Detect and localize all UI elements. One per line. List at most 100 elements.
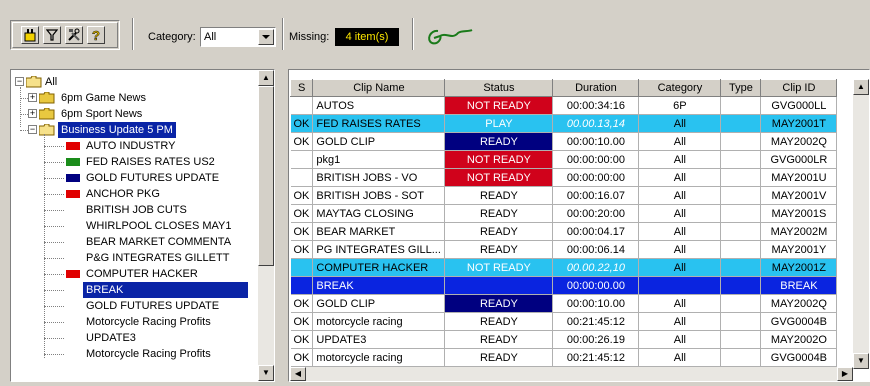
tools-icon[interactable] bbox=[65, 26, 83, 44]
chevron-down-icon[interactable] bbox=[258, 29, 274, 45]
new-icon[interactable] bbox=[21, 26, 39, 44]
scroll-thumb[interactable] bbox=[258, 86, 274, 266]
cell-type bbox=[720, 150, 762, 169]
column-header[interactable]: Clip ID bbox=[760, 79, 838, 97]
table-row[interactable]: OK PG INTEGRATES GILL... READY 00:00:06.14 A… bbox=[290, 240, 838, 259]
folder-icon bbox=[38, 107, 55, 120]
scroll-down-icon[interactable]: ▼ bbox=[853, 353, 869, 369]
cell-type bbox=[720, 132, 762, 151]
cell-s: OK bbox=[290, 186, 314, 205]
cell-name: BRITISH JOBS - VO bbox=[312, 168, 446, 187]
cell-name: BEAR MARKET bbox=[312, 222, 446, 241]
cell-name: GOLD CLIP bbox=[312, 294, 446, 313]
cell-duration: 00:00:26.19 bbox=[552, 330, 640, 349]
svg-text:?: ? bbox=[92, 28, 100, 42]
cell-id: MAY2001T bbox=[760, 114, 838, 133]
cell-type bbox=[720, 114, 762, 133]
cell-s bbox=[290, 168, 314, 187]
cell-name: FED RAISES RATES bbox=[312, 114, 446, 133]
column-header[interactable]: Category bbox=[638, 79, 722, 97]
expand-icon[interactable]: + bbox=[28, 109, 37, 118]
tree-line bbox=[44, 322, 64, 323]
table-row[interactable]: OK motorcycle racing READY 00:21:45:12 All GV… bbox=[290, 312, 838, 331]
collapse-icon[interactable]: − bbox=[28, 125, 37, 134]
grid-vertical-scrollbar[interactable]: ▲ ▼ bbox=[853, 79, 869, 369]
table-row[interactable]: pkg1 NOT READY 00:00:00:00 All GVG000LR bbox=[290, 150, 838, 169]
tree-item[interactable]: BREAK bbox=[83, 282, 248, 298]
tree-item[interactable]: Motorcycle Racing Profits bbox=[83, 346, 214, 362]
cell-id: MAY2002O bbox=[760, 330, 838, 349]
cell-name: BRITISH JOBS - SOT bbox=[312, 186, 446, 205]
collapse-icon[interactable]: − bbox=[15, 77, 24, 86]
tree-item[interactable]: COMPUTER HACKER bbox=[83, 266, 201, 282]
cell-name: MAYTAG CLOSING bbox=[312, 204, 446, 223]
tree-item[interactable]: AUTO INDUSTRY bbox=[83, 138, 178, 154]
table-row[interactable]: OK motorcycle racing READY 00:21:45:12 All GV… bbox=[290, 348, 838, 367]
cell-id: MAY2002Q bbox=[760, 294, 838, 313]
table-row[interactable]: OK GOLD CLIP READY 00:00:10.00 All MAY2002Q bbox=[290, 132, 838, 151]
help-icon[interactable]: ? bbox=[87, 26, 105, 44]
category-select[interactable]: All bbox=[200, 27, 276, 47]
cell-status: READY bbox=[444, 294, 554, 313]
tree-item[interactable]: WHIRLPOOL CLOSES MAY1 bbox=[83, 218, 234, 234]
tree-item[interactable]: GOLD FUTURES UPDATE bbox=[83, 298, 222, 314]
filter-icon[interactable] bbox=[43, 26, 61, 44]
scroll-right-icon[interactable]: ▶ bbox=[837, 367, 853, 381]
cell-duration: 00.00.13,14 bbox=[552, 114, 640, 133]
table-row[interactable]: OK BEAR MARKET READY 00:00:04.17 All MAY2002M bbox=[290, 222, 838, 241]
table-row[interactable]: COMPUTER HACKER NOT READY 00.00.22,10 All MA… bbox=[290, 258, 838, 277]
table-row[interactable]: OK MAYTAG CLOSING READY 00:00:20:00 All MAY20… bbox=[290, 204, 838, 223]
cell-name: motorcycle racing bbox=[312, 348, 446, 367]
table-row[interactable]: BRITISH JOBS - VO NOT READY 00:00:00:00 All… bbox=[290, 168, 838, 187]
category-label: Category: bbox=[148, 31, 196, 43]
table-row[interactable]: AUTOS NOT READY 00:00:34:16 6P GVG000LL bbox=[290, 96, 838, 115]
cell-status: READY bbox=[444, 222, 554, 241]
clip-table: S Clip Name Status Duration Category Type Clip… bbox=[289, 79, 838, 367]
table-row[interactable]: BREAK 00:00:00.00 BREAK bbox=[290, 276, 838, 295]
tree-item[interactable]: GOLD FUTURES UPDATE bbox=[83, 170, 222, 186]
cell-duration: 00:00:16.07 bbox=[552, 186, 640, 205]
scroll-up-icon[interactable]: ▲ bbox=[853, 79, 869, 95]
scroll-up-icon[interactable]: ▲ bbox=[258, 70, 274, 86]
tree-item[interactable]: P&G INTEGRATES GILLETT bbox=[83, 250, 232, 266]
grid-horizontal-scrollbar[interactable]: ◀ ▶ bbox=[290, 367, 853, 381]
table-row[interactable]: OK BRITISH JOBS - SOT READY 00:00:16.07 All M… bbox=[290, 186, 838, 205]
column-header[interactable]: Clip Name bbox=[312, 79, 446, 97]
tree-item[interactable]: FED RAISES RATES US2 bbox=[83, 154, 218, 170]
tree-item[interactable]: BRITISH JOB CUTS bbox=[83, 202, 190, 218]
column-header[interactable]: Type bbox=[720, 79, 762, 97]
tree-item[interactable]: Motorcycle Racing Profits bbox=[83, 314, 214, 330]
tree-root[interactable]: All bbox=[45, 74, 57, 90]
column-header[interactable]: Status bbox=[444, 79, 554, 97]
cell-id: MAY2001Z bbox=[760, 258, 838, 277]
cell-category: All bbox=[638, 114, 722, 133]
cell-s: OK bbox=[290, 240, 314, 259]
cell-id: BREAK bbox=[760, 276, 838, 295]
tree-line bbox=[44, 210, 64, 211]
tree-item[interactable]: UPDATE3 bbox=[83, 330, 139, 346]
cell-status: READY bbox=[444, 132, 554, 151]
table-row[interactable]: OK FED RAISES RATES PLAY 00.00.13,14 All MAY2… bbox=[290, 114, 838, 133]
tree-item[interactable]: BEAR MARKET COMMENTA bbox=[83, 234, 234, 250]
table-row[interactable]: OK GOLD CLIP READY 00:00:10.00 All MAY2002Q bbox=[290, 294, 838, 313]
rundown-tree[interactable]: ▲ ▼ − All +6pm Game News +6pm Sport News − Bu… bbox=[10, 69, 275, 382]
expand-icon[interactable]: + bbox=[28, 93, 37, 102]
column-header[interactable]: S bbox=[289, 79, 314, 97]
tree-line bbox=[44, 306, 64, 307]
cell-status: READY bbox=[444, 312, 554, 331]
tree-group[interactable]: 6pm Sport News bbox=[58, 106, 145, 122]
cell-status: READY bbox=[444, 186, 554, 205]
cell-duration: 00:00:10.00 bbox=[552, 294, 640, 313]
cell-category: All bbox=[638, 186, 722, 205]
scroll-down-icon[interactable]: ▼ bbox=[258, 365, 274, 381]
category-value: All bbox=[204, 31, 217, 43]
scroll-left-icon[interactable]: ◀ bbox=[290, 367, 306, 381]
cell-s: OK bbox=[290, 294, 314, 313]
tree-vertical-scrollbar[interactable]: ▲ ▼ bbox=[258, 70, 274, 381]
tree-group[interactable]: Business Update 5 PM bbox=[58, 122, 176, 138]
tree-item[interactable]: ANCHOR PKG bbox=[83, 186, 163, 202]
tree-group[interactable]: 6pm Game News bbox=[58, 90, 149, 106]
column-header[interactable]: Duration bbox=[552, 79, 640, 97]
table-row[interactable]: OK UPDATE3 READY 00:00:26.19 All MAY2002O bbox=[290, 330, 838, 349]
cell-type bbox=[720, 240, 762, 259]
